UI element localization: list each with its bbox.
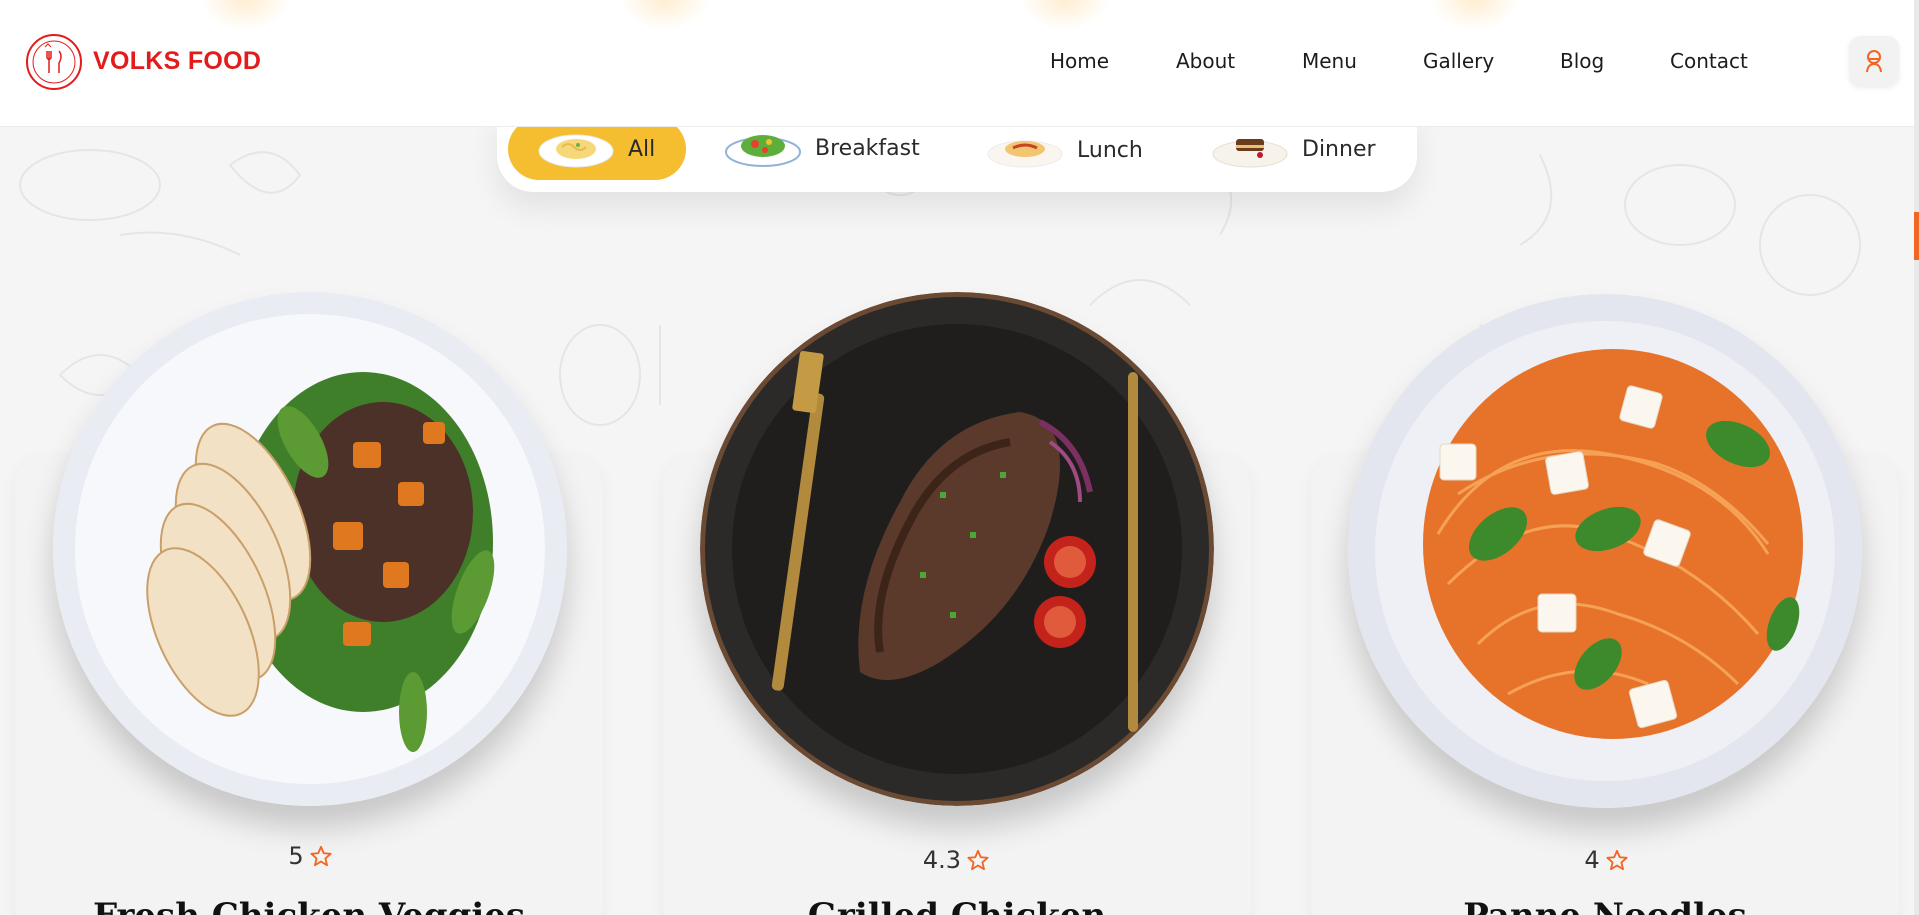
scrollbar-thumb[interactable] [1914, 212, 1919, 260]
page-scrollbar[interactable] [1914, 0, 1919, 915]
dish-title[interactable]: Panne Noodles [1311, 896, 1899, 915]
dish-rating: 4.3 [896, 846, 1016, 874]
filter-label-lunch: Lunch [1077, 137, 1143, 163]
filter-tab-lunch[interactable]: Lunch [987, 119, 1143, 181]
filter-tab-all[interactable]: All [508, 118, 686, 180]
header-glow-decoration [200, 0, 290, 30]
steak-plate [700, 292, 1214, 806]
filter-label-dinner: Dinner [1302, 136, 1376, 162]
salad-plate-icon [725, 135, 801, 167]
filter-label-all: All [628, 136, 656, 162]
user-account-button[interactable] [1849, 36, 1899, 86]
nav-gallery[interactable]: Gallery [1423, 49, 1494, 73]
star-icon [310, 845, 332, 867]
star-icon [967, 849, 989, 871]
pasta-plate-icon [538, 134, 614, 168]
cake-plate-icon [1212, 139, 1288, 168]
filter-tab-dinner[interactable]: Dinner [1212, 118, 1376, 180]
rating-value: 5 [288, 842, 304, 870]
chef-user-icon [1866, 50, 1882, 73]
chicken-salad-plate [53, 292, 567, 806]
spaghetti-plate [1348, 294, 1862, 808]
star-icon [1606, 849, 1628, 871]
nav-home[interactable]: Home [1050, 49, 1109, 73]
header-glow-decoration [1020, 0, 1110, 30]
nav-blog[interactable]: Blog [1560, 49, 1604, 73]
rating-value: 4.3 [922, 846, 962, 874]
header-glow-decoration [1430, 0, 1520, 30]
noodle-plate-icon [987, 140, 1063, 168]
dish-title[interactable]: Grilled Chicken [663, 896, 1251, 915]
brand-name[interactable]: VOLKS FOOD [93, 47, 261, 76]
nav-menu[interactable]: Menu [1302, 49, 1357, 73]
nav-about[interactable]: About [1176, 49, 1235, 73]
dish-rating: 4 [1546, 846, 1666, 874]
site-header: VOLKS FOOD Home About Menu Gallery Blog … [0, 0, 1915, 127]
restaurant-badge-icon[interactable] [25, 33, 83, 91]
dish-rating: 5 [250, 842, 370, 870]
dish-title[interactable]: Fresh Chicken Veggies [15, 896, 603, 915]
rating-value: 4 [1584, 846, 1600, 874]
filter-label-breakfast: Breakfast [815, 135, 920, 161]
nav-contact[interactable]: Contact [1670, 49, 1748, 73]
header-glow-decoration [620, 0, 710, 30]
